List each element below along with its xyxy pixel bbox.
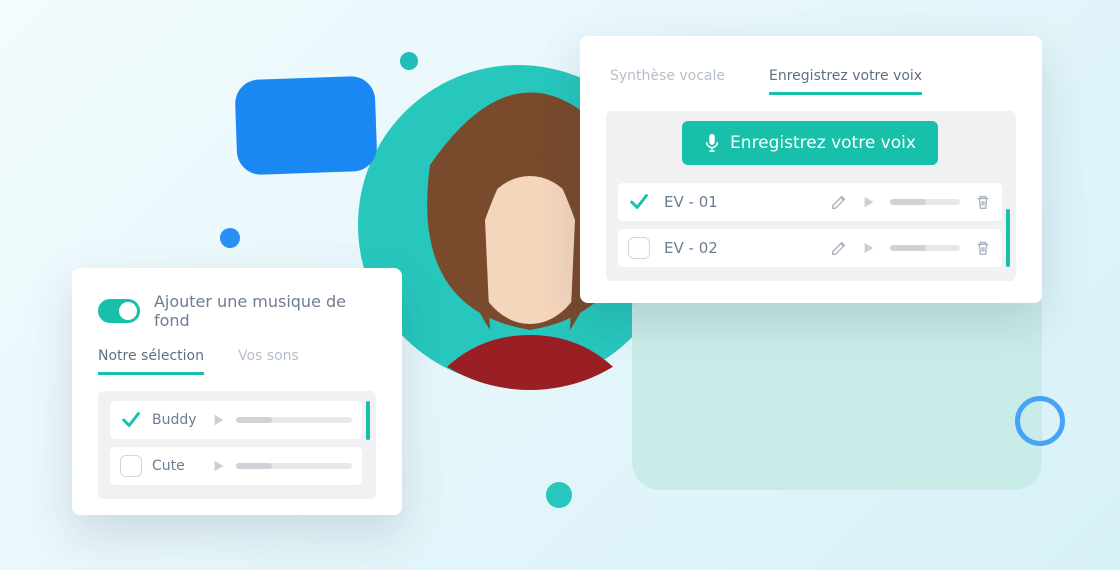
bg-music-list: Buddy Cute xyxy=(98,391,376,499)
list-item: Buddy xyxy=(110,401,362,439)
checkbox[interactable] xyxy=(628,237,650,259)
scrollbar[interactable] xyxy=(366,401,370,440)
bg-dot-teal-2 xyxy=(546,482,572,508)
bg-dot-blue xyxy=(220,228,240,248)
record-button-label: Enregistrez votre voix xyxy=(730,133,916,153)
trash-icon xyxy=(974,239,992,257)
checkmark-icon xyxy=(120,409,142,431)
bg-music-toggle[interactable] xyxy=(98,299,140,323)
edit-button[interactable] xyxy=(830,193,848,211)
checkbox[interactable] xyxy=(120,455,142,477)
tab-tts[interactable]: Synthèse vocale xyxy=(610,60,725,95)
progress-track[interactable] xyxy=(890,199,960,205)
voice-record-card: Synthèse vocale Enregistrez votre voix E… xyxy=(580,36,1042,303)
microphone-icon xyxy=(704,133,720,153)
bg-dot-teal-1 xyxy=(400,52,418,70)
item-label: EV - 01 xyxy=(664,193,732,211)
play-icon[interactable] xyxy=(212,413,226,427)
bg-ring-blue xyxy=(1015,396,1065,446)
item-label: Buddy xyxy=(152,412,202,428)
list-item: Cute xyxy=(110,447,362,485)
bg-music-label: Ajouter une musique de fond xyxy=(154,292,376,330)
checkbox[interactable] xyxy=(120,409,142,431)
progress-track[interactable] xyxy=(236,463,352,469)
tab-record-voice[interactable]: Enregistrez votre voix xyxy=(769,60,922,95)
delete-button[interactable] xyxy=(974,239,992,257)
progress-track[interactable] xyxy=(890,245,960,251)
play-icon[interactable] xyxy=(212,459,226,473)
tab-your-sounds[interactable]: Vos sons xyxy=(238,340,299,375)
item-label: EV - 02 xyxy=(664,239,732,257)
delete-button[interactable] xyxy=(974,193,992,211)
checkmark-icon xyxy=(628,191,650,213)
canvas: Ajouter une musique de fond Notre sélect… xyxy=(0,0,1120,570)
checkbox[interactable] xyxy=(628,191,650,213)
progress-track[interactable] xyxy=(236,417,352,423)
bg-blob-blue xyxy=(234,76,377,176)
item-label: Cute xyxy=(152,458,202,474)
voice-tabs: Synthèse vocale Enregistrez votre voix xyxy=(610,60,1016,95)
play-icon[interactable] xyxy=(862,195,876,209)
list-item: EV - 01 xyxy=(618,183,1002,221)
background-music-card: Ajouter une musique de fond Notre sélect… xyxy=(72,268,402,515)
tab-our-selection[interactable]: Notre sélection xyxy=(98,340,204,375)
edit-button[interactable] xyxy=(830,239,848,257)
list-item: EV - 02 xyxy=(618,229,1002,267)
pencil-icon xyxy=(830,193,848,211)
pencil-icon xyxy=(830,239,848,257)
bg-blob-mint xyxy=(632,280,1042,490)
bg-music-tabs: Notre sélection Vos sons xyxy=(98,340,376,375)
trash-icon xyxy=(974,193,992,211)
voice-panel: Enregistrez votre voix EV - 01 xyxy=(606,111,1016,281)
record-button[interactable]: Enregistrez votre voix xyxy=(682,121,938,165)
scrollbar[interactable] xyxy=(1006,209,1010,267)
play-icon[interactable] xyxy=(862,241,876,255)
